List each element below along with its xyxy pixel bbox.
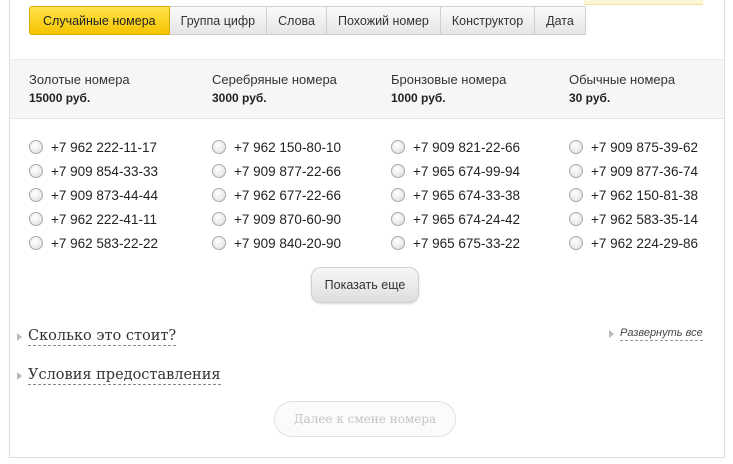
number-option[interactable]: +7 965 674-99-94 (391, 159, 520, 183)
tab-bar: Случайные номера Группа цифр Слова Похож… (29, 6, 586, 36)
top-strip (584, 0, 703, 5)
accordion-terms-label[interactable]: Условия предоставления (28, 366, 221, 385)
phone-number: +7 962 677-22-66 (234, 187, 341, 203)
category-regular: Обычные номера 30 руб. (569, 71, 675, 107)
tab-date[interactable]: Дата (535, 6, 586, 35)
radio-button[interactable] (212, 164, 226, 178)
number-option[interactable]: +7 965 675-33-22 (391, 231, 520, 255)
number-option[interactable]: +7 909 840-20-90 (212, 231, 341, 255)
number-option[interactable]: +7 909 854-33-33 (29, 159, 158, 183)
category-bronze: Бронзовые номера 1000 руб. (391, 71, 506, 107)
accordion-terms[interactable]: Условия предоставления (17, 366, 221, 385)
radio-button[interactable] (212, 212, 226, 226)
number-option[interactable]: +7 962 224-29-86 (569, 231, 698, 255)
chevron-right-icon (17, 332, 22, 341)
number-option[interactable]: +7 962 150-80-10 (212, 135, 341, 159)
show-more-button[interactable]: Показать еще (311, 267, 419, 303)
tab-digit-group[interactable]: Группа цифр (169, 6, 268, 35)
radio-button[interactable] (212, 236, 226, 250)
tab-constructor[interactable]: Конструктор (440, 6, 536, 35)
phone-number: +7 909 840-20-90 (234, 235, 341, 251)
number-option[interactable]: +7 909 877-36-74 (569, 159, 698, 183)
number-option[interactable]: +7 962 583-22-22 (29, 231, 158, 255)
category-name: Обычные номера (569, 72, 676, 87)
tab-random-numbers[interactable]: Случайные номера (29, 6, 170, 35)
category-name: Бронзовые номера (391, 72, 507, 87)
number-list-regular: +7 909 875-39-62 +7 909 877-36-74 +7 962… (569, 135, 698, 255)
category-price: 3000 руб. (212, 91, 267, 105)
phone-number: +7 962 222-11-17 (51, 139, 157, 155)
phone-number: +7 909 870-60-90 (234, 211, 341, 227)
radio-button[interactable] (569, 140, 583, 154)
accordion-cost-label[interactable]: Сколько это стоит? (28, 327, 177, 346)
category-name: Золотые номера (29, 72, 130, 87)
expand-all-label[interactable]: Развернуть все (620, 326, 703, 341)
radio-button[interactable] (212, 140, 226, 154)
accordion-cost[interactable]: Сколько это стоит? (17, 327, 177, 346)
phone-number: +7 909 854-33-33 (51, 163, 158, 179)
number-option[interactable]: +7 909 821-22-66 (391, 135, 520, 159)
phone-number: +7 965 674-24-42 (413, 211, 520, 227)
category-price: 30 руб. (569, 91, 611, 105)
phone-number: +7 962 583-35-14 (591, 211, 698, 227)
phone-number: +7 962 583-22-22 (51, 235, 158, 251)
radio-button[interactable] (391, 188, 405, 202)
phone-number: +7 965 674-99-94 (413, 163, 520, 179)
radio-button[interactable] (29, 188, 43, 202)
number-option[interactable]: +7 909 877-22-66 (212, 159, 341, 183)
radio-button[interactable] (391, 236, 405, 250)
tab-similar-number[interactable]: Похожий номер (327, 6, 441, 35)
category-price: 15000 руб. (29, 91, 91, 105)
category-gold: Золотые номера 15000 руб. (29, 71, 130, 107)
radio-button[interactable] (569, 164, 583, 178)
phone-number: +7 909 877-22-66 (234, 163, 341, 179)
phone-number: +7 962 222-41-11 (51, 211, 157, 227)
phone-number: +7 909 875-39-62 (591, 139, 698, 155)
category-price: 1000 руб. (391, 91, 446, 105)
phone-number: +7 909 821-22-66 (413, 139, 520, 155)
chevron-right-icon (609, 329, 614, 338)
phone-number: +7 962 150-80-10 (234, 139, 341, 155)
radio-button[interactable] (569, 236, 583, 250)
number-list-gold: +7 962 222-11-17 +7 909 854-33-33 +7 909… (29, 135, 158, 255)
number-option[interactable]: +7 965 674-24-42 (391, 207, 520, 231)
number-option[interactable]: +7 962 150-81-38 (569, 183, 698, 207)
phone-number: +7 965 674-33-38 (413, 187, 520, 203)
phone-number: +7 909 873-44-44 (51, 187, 158, 203)
phone-number: +7 962 150-81-38 (591, 187, 698, 203)
expand-all-link[interactable]: Развернуть все (609, 326, 703, 341)
number-option[interactable]: +7 965 674-33-38 (391, 183, 520, 207)
radio-button[interactable] (569, 212, 583, 226)
tab-words[interactable]: Слова (267, 6, 327, 35)
phone-number: +7 962 224-29-86 (591, 235, 698, 251)
phone-number: +7 965 675-33-22 (413, 235, 520, 251)
number-list-silver: +7 962 150-80-10 +7 909 877-22-66 +7 962… (212, 135, 341, 255)
radio-button[interactable] (212, 188, 226, 202)
radio-button[interactable] (29, 140, 43, 154)
category-name: Серебряные номера (212, 72, 337, 87)
radio-button[interactable] (391, 212, 405, 226)
radio-button[interactable] (391, 140, 405, 154)
radio-button[interactable] (29, 236, 43, 250)
next-change-number-button[interactable]: Далее к смене номера (274, 401, 456, 437)
number-option[interactable]: +7 909 875-39-62 (569, 135, 698, 159)
radio-button[interactable] (569, 188, 583, 202)
number-option[interactable]: +7 909 870-60-90 (212, 207, 341, 231)
phone-number: +7 909 877-36-74 (591, 163, 698, 179)
category-silver: Серебряные номера 3000 руб. (212, 71, 337, 107)
radio-button[interactable] (391, 164, 405, 178)
number-option[interactable]: +7 962 677-22-66 (212, 183, 341, 207)
radio-button[interactable] (29, 212, 43, 226)
number-list-bronze: +7 909 821-22-66 +7 965 674-99-94 +7 965… (391, 135, 520, 255)
number-option[interactable]: +7 962 222-11-17 (29, 135, 158, 159)
radio-button[interactable] (29, 164, 43, 178)
chevron-right-icon (17, 371, 22, 380)
number-option[interactable]: +7 962 222-41-11 (29, 207, 158, 231)
number-option[interactable]: +7 962 583-35-14 (569, 207, 698, 231)
number-option[interactable]: +7 909 873-44-44 (29, 183, 158, 207)
